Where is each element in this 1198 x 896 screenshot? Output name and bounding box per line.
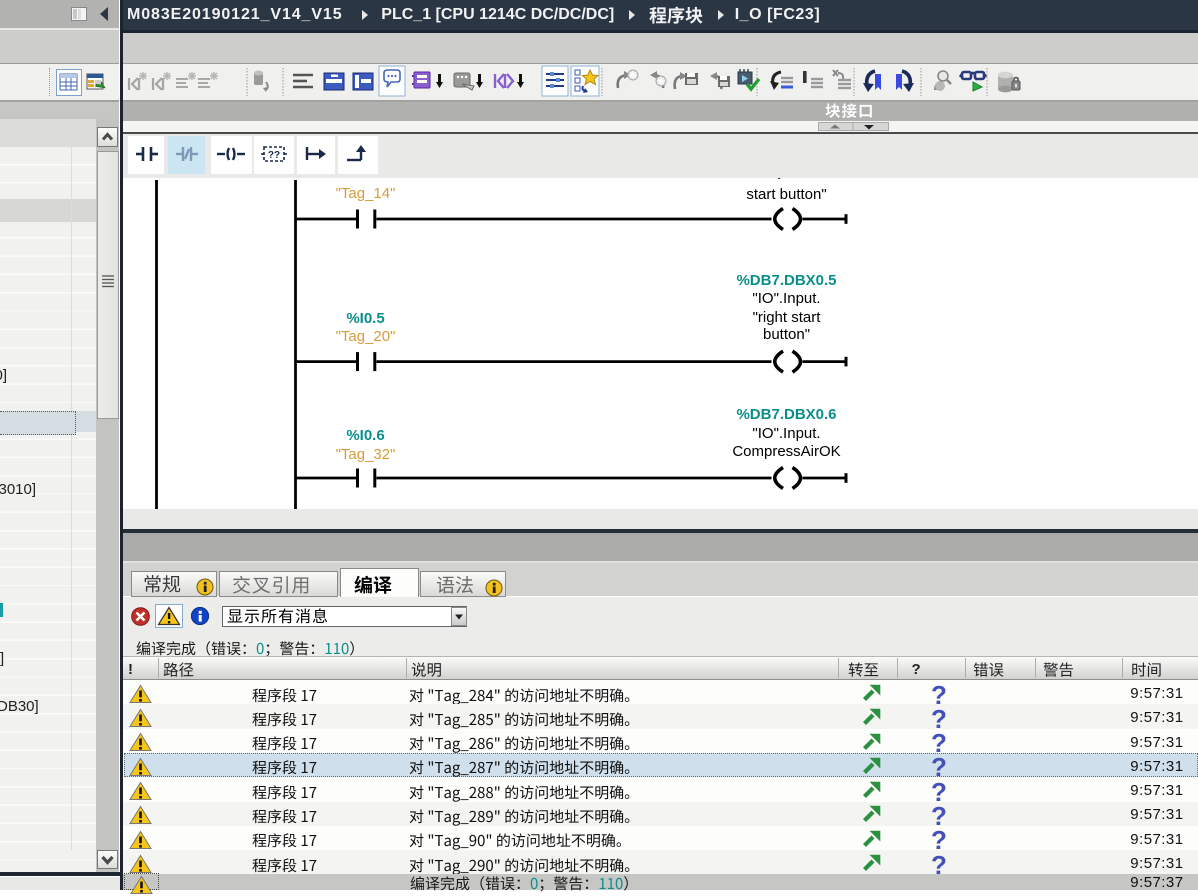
- svg-text:??: ??: [268, 150, 280, 161]
